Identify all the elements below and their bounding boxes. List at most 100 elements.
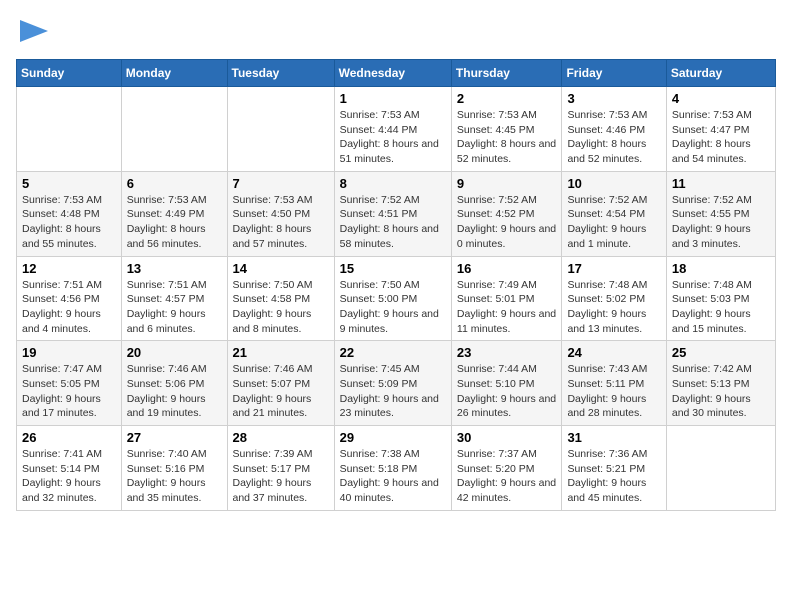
calendar-cell: 14 Sunrise: 7:50 AM Sunset: 4:58 PM Dayli… — [227, 256, 334, 341]
day-number: 6 — [127, 176, 222, 191]
day-number: 7 — [233, 176, 329, 191]
day-number: 16 — [457, 261, 557, 276]
day-info: Sunrise: 7:52 AM Sunset: 4:52 PM Dayligh… — [457, 193, 557, 252]
day-number: 28 — [233, 430, 329, 445]
logo-arrow-icon — [20, 20, 48, 42]
calendar-cell — [227, 87, 334, 172]
day-info: Sunrise: 7:41 AM Sunset: 5:14 PM Dayligh… — [22, 447, 116, 506]
day-info: Sunrise: 7:49 AM Sunset: 5:01 PM Dayligh… — [457, 278, 557, 337]
day-info: Sunrise: 7:42 AM Sunset: 5:13 PM Dayligh… — [672, 362, 770, 421]
day-info: Sunrise: 7:51 AM Sunset: 4:57 PM Dayligh… — [127, 278, 222, 337]
day-info: Sunrise: 7:47 AM Sunset: 5:05 PM Dayligh… — [22, 362, 116, 421]
logo — [16, 16, 48, 47]
day-number: 11 — [672, 176, 770, 191]
day-info: Sunrise: 7:53 AM Sunset: 4:48 PM Dayligh… — [22, 193, 116, 252]
calendar-cell: 25 Sunrise: 7:42 AM Sunset: 5:13 PM Dayli… — [666, 341, 775, 426]
day-info: Sunrise: 7:53 AM Sunset: 4:49 PM Dayligh… — [127, 193, 222, 252]
calendar-cell: 23Sunrise: 7:44 AM Sunset: 5:10 PM Dayli… — [451, 341, 562, 426]
calendar-header-sunday: Sunday — [17, 60, 122, 87]
calendar-header-friday: Friday — [562, 60, 666, 87]
calendar-cell: 16 Sunrise: 7:49 AM Sunset: 5:01 PM Dayli… — [451, 256, 562, 341]
calendar-cell: 9 Sunrise: 7:52 AM Sunset: 4:52 PM Daylig… — [451, 171, 562, 256]
calendar-cell: 22 Sunrise: 7:45 AM Sunset: 5:09 PM Dayli… — [334, 341, 451, 426]
day-info: Sunrise: 7:44 AM Sunset: 5:10 PM Dayligh… — [457, 362, 557, 421]
day-number: 31 — [567, 430, 660, 445]
day-number: 21 — [233, 345, 329, 360]
calendar-header-tuesday: Tuesday — [227, 60, 334, 87]
day-number: 4 — [672, 91, 770, 106]
day-info: Sunrise: 7:39 AM Sunset: 5:17 PM Dayligh… — [233, 447, 329, 506]
day-info: Sunrise: 7:51 AM Sunset: 4:56 PM Dayligh… — [22, 278, 116, 337]
calendar-cell — [666, 426, 775, 511]
calendar-week-row: 26 Sunrise: 7:41 AM Sunset: 5:14 PM Dayli… — [17, 426, 776, 511]
day-info: Sunrise: 7:53 AM Sunset: 4:45 PM Dayligh… — [457, 108, 557, 167]
day-number: 9 — [457, 176, 557, 191]
day-info: Sunrise: 7:53 AM Sunset: 4:47 PM Dayligh… — [672, 108, 770, 167]
day-info: Sunrise: 7:52 AM Sunset: 4:55 PM Dayligh… — [672, 193, 770, 252]
day-number: 15 — [340, 261, 446, 276]
day-info: Sunrise: 7:38 AM Sunset: 5:18 PM Dayligh… — [340, 447, 446, 506]
calendar-cell — [17, 87, 122, 172]
calendar-cell: 29Sunrise: 7:38 AM Sunset: 5:18 PM Dayli… — [334, 426, 451, 511]
calendar-cell: 8Sunrise: 7:52 AM Sunset: 4:51 PM Daylig… — [334, 171, 451, 256]
calendar-header-thursday: Thursday — [451, 60, 562, 87]
day-number: 5 — [22, 176, 116, 191]
day-info: Sunrise: 7:37 AM Sunset: 5:20 PM Dayligh… — [457, 447, 557, 506]
calendar-cell: 26 Sunrise: 7:41 AM Sunset: 5:14 PM Dayli… — [17, 426, 122, 511]
calendar-table: SundayMondayTuesdayWednesdayThursdayFrid… — [16, 59, 776, 511]
day-number: 25 — [672, 345, 770, 360]
calendar-cell: 6 Sunrise: 7:53 AM Sunset: 4:49 PM Daylig… — [121, 171, 227, 256]
day-info: Sunrise: 7:46 AM Sunset: 5:06 PM Dayligh… — [127, 362, 222, 421]
calendar-cell: 31 Sunrise: 7:36 AM Sunset: 5:21 PM Dayli… — [562, 426, 666, 511]
calendar-cell: 17 Sunrise: 7:48 AM Sunset: 5:02 PM Dayli… — [562, 256, 666, 341]
calendar-week-row: 1 Sunrise: 7:53 AM Sunset: 4:44 PM Daylig… — [17, 87, 776, 172]
day-number: 13 — [127, 261, 222, 276]
calendar-cell: 19 Sunrise: 7:47 AM Sunset: 5:05 PM Dayli… — [17, 341, 122, 426]
day-info: Sunrise: 7:48 AM Sunset: 5:03 PM Dayligh… — [672, 278, 770, 337]
day-number: 8 — [340, 176, 446, 191]
day-number: 19 — [22, 345, 116, 360]
calendar-cell: 1 Sunrise: 7:53 AM Sunset: 4:44 PM Daylig… — [334, 87, 451, 172]
calendar-cell: 15 Sunrise: 7:50 AM Sunset: 5:00 PM Dayli… — [334, 256, 451, 341]
day-number: 22 — [340, 345, 446, 360]
calendar-cell: 10Sunrise: 7:52 AM Sunset: 4:54 PM Dayli… — [562, 171, 666, 256]
day-info: Sunrise: 7:50 AM Sunset: 4:58 PM Dayligh… — [233, 278, 329, 337]
day-number: 2 — [457, 91, 557, 106]
calendar-week-row: 12 Sunrise: 7:51 AM Sunset: 4:56 PM Dayli… — [17, 256, 776, 341]
day-number: 10 — [567, 176, 660, 191]
calendar-cell: 5 Sunrise: 7:53 AM Sunset: 4:48 PM Daylig… — [17, 171, 122, 256]
calendar-header-saturday: Saturday — [666, 60, 775, 87]
day-number: 14 — [233, 261, 329, 276]
day-info: Sunrise: 7:43 AM Sunset: 5:11 PM Dayligh… — [567, 362, 660, 421]
day-number: 26 — [22, 430, 116, 445]
calendar-cell: 11 Sunrise: 7:52 AM Sunset: 4:55 PM Dayli… — [666, 171, 775, 256]
calendar-cell: 18 Sunrise: 7:48 AM Sunset: 5:03 PM Dayli… — [666, 256, 775, 341]
calendar-cell: 4 Sunrise: 7:53 AM Sunset: 4:47 PM Daylig… — [666, 87, 775, 172]
calendar-cell: 27Sunrise: 7:40 AM Sunset: 5:16 PM Dayli… — [121, 426, 227, 511]
calendar-cell: 30 Sunrise: 7:37 AM Sunset: 5:20 PM Dayli… — [451, 426, 562, 511]
calendar-cell: 7 Sunrise: 7:53 AM Sunset: 4:50 PM Daylig… — [227, 171, 334, 256]
day-info: Sunrise: 7:50 AM Sunset: 5:00 PM Dayligh… — [340, 278, 446, 337]
calendar-header-wednesday: Wednesday — [334, 60, 451, 87]
day-number: 30 — [457, 430, 557, 445]
calendar-week-row: 19 Sunrise: 7:47 AM Sunset: 5:05 PM Dayli… — [17, 341, 776, 426]
day-info: Sunrise: 7:53 AM Sunset: 4:44 PM Dayligh… — [340, 108, 446, 167]
day-info: Sunrise: 7:53 AM Sunset: 4:46 PM Dayligh… — [567, 108, 660, 167]
calendar-cell: 3 Sunrise: 7:53 AM Sunset: 4:46 PM Daylig… — [562, 87, 666, 172]
day-number: 17 — [567, 261, 660, 276]
calendar-cell: 24Sunrise: 7:43 AM Sunset: 5:11 PM Dayli… — [562, 341, 666, 426]
calendar-week-row: 5 Sunrise: 7:53 AM Sunset: 4:48 PM Daylig… — [17, 171, 776, 256]
day-info: Sunrise: 7:48 AM Sunset: 5:02 PM Dayligh… — [567, 278, 660, 337]
calendar-cell: 12 Sunrise: 7:51 AM Sunset: 4:56 PM Dayli… — [17, 256, 122, 341]
day-number: 12 — [22, 261, 116, 276]
day-number: 20 — [127, 345, 222, 360]
day-info: Sunrise: 7:36 AM Sunset: 5:21 PM Dayligh… — [567, 447, 660, 506]
calendar-cell: 20 Sunrise: 7:46 AM Sunset: 5:06 PM Dayli… — [121, 341, 227, 426]
day-number: 18 — [672, 261, 770, 276]
calendar-header-monday: Monday — [121, 60, 227, 87]
day-number: 1 — [340, 91, 446, 106]
day-info: Sunrise: 7:53 AM Sunset: 4:50 PM Dayligh… — [233, 193, 329, 252]
day-info: Sunrise: 7:45 AM Sunset: 5:09 PM Dayligh… — [340, 362, 446, 421]
day-number: 3 — [567, 91, 660, 106]
day-number: 27 — [127, 430, 222, 445]
